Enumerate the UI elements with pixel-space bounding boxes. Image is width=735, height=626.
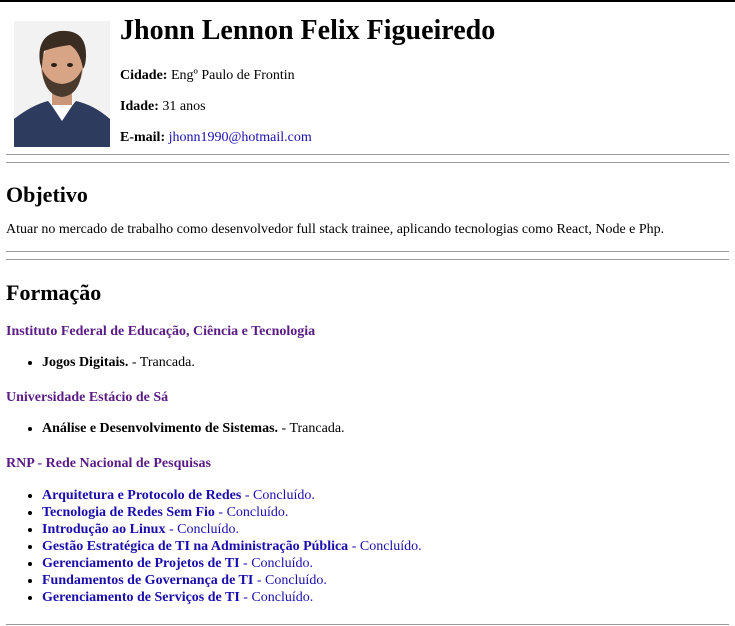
course-list: Arquitetura e Protocolo de Redes - Concl… — [6, 487, 729, 606]
course-link[interactable]: Introdução ao Linux — [42, 522, 165, 537]
course-item: Jogos Digitais. - Trancada. — [42, 355, 729, 371]
email-link[interactable]: jhonn1990@hotmail.com — [169, 130, 312, 145]
course-name: Análise e Desenvolvimento de Sistemas. — [42, 421, 279, 436]
course-name: Jogos Digitais. — [42, 355, 129, 370]
profile-photo — [14, 21, 110, 147]
profile-name: Jhonn Lennon Felix Figueiredo — [120, 15, 496, 46]
objective-section: Objetivo Atuar no mercado de trabalho co… — [6, 182, 729, 238]
age-row: Idade: 31 anos — [120, 98, 495, 115]
course-item[interactable]: Gerenciamento de Projetos de TI - Conclu… — [42, 555, 729, 572]
city-value: Engº Paulo de Frontin — [170, 68, 295, 83]
course-item[interactable]: Gestão Estratégica de TI na Administraçã… — [42, 538, 729, 555]
course-link[interactable]: Arquitetura e Protocolo de Redes — [42, 488, 241, 503]
age-label: Idade: — [120, 99, 159, 114]
course-link[interactable]: Gerenciamento de Projetos de TI — [42, 556, 240, 571]
course-status[interactable]: - Concluído. — [241, 488, 315, 503]
course-status[interactable]: - Concluído. — [165, 522, 239, 537]
city-label: Cidade: — [120, 68, 168, 83]
profile-header: Jhonn Lennon Felix Figueiredo Cidade: En… — [6, 2, 729, 154]
section-divider — [6, 251, 729, 260]
bottom-divider — [6, 624, 729, 625]
course-status[interactable]: - Concluído. — [348, 539, 422, 554]
course-link[interactable]: Fundamentos de Governança de TI — [42, 573, 253, 588]
course-status[interactable]: - Concluído. — [240, 556, 313, 571]
institution-name[interactable]: RNP - Rede Nacional de Pesquisas — [6, 456, 729, 472]
institution-name[interactable]: Universidade Estácio de Sá — [6, 390, 729, 406]
email-label: E-mail: — [120, 130, 166, 145]
course-status: - Trancada. — [278, 421, 345, 436]
course-link[interactable]: Gerenciamento de Serviços de TI — [42, 590, 240, 605]
course-item[interactable]: Gerenciamento de Serviços de TI - Conclu… — [42, 589, 729, 606]
city-row: Cidade: Engº Paulo de Frontin — [120, 67, 495, 84]
course-status[interactable]: - Concluído. — [215, 505, 288, 520]
course-item[interactable]: Arquitetura e Protocolo de Redes - Concl… — [42, 487, 729, 504]
course-status: - Trancada. — [128, 355, 195, 370]
resume-page: Jhonn Lennon Felix Figueiredo Cidade: En… — [0, 2, 735, 606]
education-title: Formação — [6, 280, 102, 305]
course-item[interactable]: Tecnologia de Redes Sem Fio - Concluído. — [42, 504, 729, 521]
objective-title: Objetivo — [6, 182, 88, 207]
email-row: E-mail: jhonn1990@hotmail.com — [120, 129, 495, 146]
institution-name[interactable]: Instituto Federal de Educação, Ciência e… — [6, 324, 729, 340]
course-list: Análise e Desenvolvimento de Sistemas. -… — [6, 421, 729, 437]
profile-info: Jhonn Lennon Felix Figueiredo Cidade: En… — [120, 12, 495, 160]
age-value: 31 anos — [162, 99, 206, 114]
objective-text: Atuar no mercado de trabalho como desenv… — [6, 222, 665, 237]
course-status[interactable]: - Concluído. — [253, 573, 327, 588]
course-link[interactable]: Gestão Estratégica de TI na Administraçã… — [42, 539, 348, 554]
course-item: Análise e Desenvolvimento de Sistemas. -… — [42, 421, 729, 437]
course-item[interactable]: Fundamentos de Governança de TI - Conclu… — [42, 572, 729, 589]
course-status[interactable]: - Concluído. — [240, 590, 313, 605]
course-item[interactable]: Introdução ao Linux - Concluído. — [42, 521, 729, 538]
education-section: Formação Instituto Federal de Educação, … — [6, 280, 729, 606]
course-list: Jogos Digitais. - Trancada. — [6, 355, 729, 371]
course-link[interactable]: Tecnologia de Redes Sem Fio — [42, 505, 215, 520]
